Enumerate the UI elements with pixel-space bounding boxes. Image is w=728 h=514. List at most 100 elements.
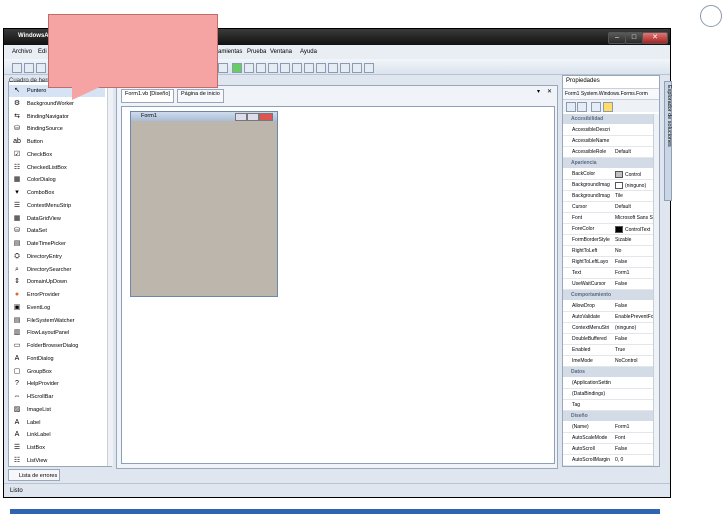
- object-selector[interactable]: Form1 System.Windows.Forms.Form: [563, 88, 659, 100]
- property-row[interactable]: AutoScaleMode Font: [563, 433, 653, 444]
- property-value-cell[interactable]: Sizable: [615, 237, 655, 243]
- property-value-cell[interactable]: ControlText: [615, 226, 655, 233]
- properties-view-icon[interactable]: [591, 102, 601, 112]
- property-row[interactable]: Font Microsoft Sans Se: [563, 213, 655, 224]
- property-row[interactable]: AccessibleDescri: [563, 125, 653, 136]
- property-value-cell[interactable]: (ninguno): [615, 325, 655, 331]
- save-icon[interactable]: [36, 63, 46, 73]
- browser-icon[interactable]: [340, 63, 350, 73]
- property-row[interactable]: (DataBindings): [563, 389, 653, 400]
- menu-archivo[interactable]: Archivo: [12, 49, 32, 55]
- property-category[interactable]: Accesibilidad: [563, 114, 653, 124]
- property-row[interactable]: Cursor Default: [563, 202, 653, 213]
- solution-explorer-tab[interactable]: Explorador de soluciones: [664, 81, 672, 201]
- property-row[interactable]: (ApplicationSettin: [563, 378, 653, 389]
- property-row[interactable]: (Name) Form1: [563, 422, 653, 433]
- step-icon[interactable]: [268, 63, 278, 73]
- property-value-cell[interactable]: Default: [615, 149, 655, 155]
- property-category[interactable]: Datos: [563, 367, 653, 377]
- overflow-icon[interactable]: [364, 63, 374, 73]
- property-row[interactable]: AccessibleName: [563, 136, 653, 147]
- property-value-cell[interactable]: Microsoft Sans Se: [615, 215, 655, 221]
- property-row[interactable]: AutoScroll False: [563, 444, 653, 455]
- property-row[interactable]: UseWaitCursor False: [563, 279, 653, 290]
- explorer-icon[interactable]: [304, 63, 314, 73]
- toolbox-item[interactable]: ● ErrorProvider: [9, 289, 105, 301]
- property-value-cell[interactable]: False: [615, 259, 655, 265]
- property-row[interactable]: DoubleBuffered False: [563, 334, 653, 345]
- menu-editar[interactable]: Edi: [38, 49, 47, 55]
- toolbox-icon[interactable]: [352, 63, 362, 73]
- close-button[interactable]: ✕: [642, 32, 668, 44]
- toolbox-item[interactable]: ▭ FolderBrowserDialog: [9, 340, 105, 352]
- property-value-cell[interactable]: False: [615, 281, 655, 287]
- toolbox-item[interactable]: ? HelpProvider: [9, 378, 105, 390]
- toolbar-icon[interactable]: [218, 63, 228, 73]
- property-row[interactable]: AccessibleRole Default: [563, 147, 653, 158]
- property-row[interactable]: AllowDrop False: [563, 301, 653, 312]
- property-row[interactable]: Enabled True: [563, 345, 653, 356]
- minimize-button[interactable]: –: [608, 32, 626, 44]
- tools-icon[interactable]: [328, 63, 338, 73]
- toolbox-item[interactable]: ab Button: [9, 136, 105, 148]
- alphabetical-icon[interactable]: [577, 102, 587, 112]
- property-value-cell[interactable]: Font: [615, 435, 655, 441]
- toolbox-item[interactable]: ▦ DataGridView: [9, 213, 105, 225]
- property-category[interactable]: Apariencia: [563, 158, 653, 168]
- toolbox-item[interactable]: ⇆ BindingNavigator: [9, 111, 105, 123]
- step-over-icon[interactable]: [280, 63, 290, 73]
- properties-scrollbar[interactable]: [653, 114, 659, 466]
- property-row[interactable]: RightToLeft No: [563, 246, 653, 257]
- property-row[interactable]: FormBorderStyle Sizable: [563, 235, 653, 246]
- menu-ventana[interactable]: Ventana: [270, 49, 292, 55]
- property-value-cell[interactable]: Default: [615, 204, 655, 210]
- stop-icon[interactable]: [256, 63, 266, 73]
- toolbox-item[interactable]: ▣ EventLog: [9, 302, 105, 314]
- property-row[interactable]: BackgroundImag Tile: [563, 191, 653, 202]
- pause-icon[interactable]: [244, 63, 254, 73]
- toolbox-item[interactable]: ▤ FileSystemWatcher: [9, 315, 105, 327]
- events-icon[interactable]: [603, 102, 613, 112]
- designer-pin-icon[interactable]: ▾: [537, 88, 540, 95]
- property-value-cell[interactable]: Control: [615, 171, 655, 178]
- open-icon[interactable]: [24, 63, 34, 73]
- toolbox-item[interactable]: ▾ ComboBox: [9, 187, 105, 199]
- property-row[interactable]: AutoValidate EnablePreventFoc: [563, 312, 655, 323]
- toolbox-item[interactable]: ▥ FlowLayoutPanel: [9, 327, 105, 339]
- property-value-cell[interactable]: Tile: [615, 193, 655, 199]
- play-icon[interactable]: [232, 63, 242, 73]
- property-row[interactable]: RightToLeftLayo False: [563, 257, 653, 268]
- toolbox-item[interactable]: A FontDialog: [9, 353, 105, 365]
- property-value-cell[interactable]: NoControl: [615, 358, 655, 364]
- toolbox-item[interactable]: ⌕ DirectorySearcher: [9, 264, 105, 276]
- properties-icon[interactable]: [316, 63, 326, 73]
- maximize-button[interactable]: □: [625, 32, 643, 44]
- property-value-cell[interactable]: False: [615, 446, 655, 452]
- designer-close-icon[interactable]: ✕: [547, 88, 552, 95]
- property-value-cell[interactable]: No: [615, 248, 655, 254]
- toolbox-item[interactable]: ⇕ DomainUpDown: [9, 276, 105, 288]
- toolbox-item[interactable]: A LinkLabel: [9, 429, 105, 441]
- property-row[interactable]: Text Form1: [563, 268, 653, 279]
- property-value-cell[interactable]: False: [615, 336, 655, 342]
- property-value-cell[interactable]: 0, 0: [615, 457, 655, 463]
- form1-preview[interactable]: Form1: [130, 111, 278, 297]
- tab-start-page[interactable]: Página de inicio: [177, 89, 224, 103]
- new-project-icon[interactable]: [12, 63, 22, 73]
- toolbox-item[interactable]: A Label: [9, 417, 105, 429]
- step-out-icon[interactable]: [292, 63, 302, 73]
- menu-prueba[interactable]: Prueba: [247, 49, 266, 55]
- property-row[interactable]: AutoScrollMargin 0, 0: [563, 455, 653, 466]
- toolbox-item[interactable]: ▦ ColorDialog: [9, 174, 105, 186]
- property-value-cell[interactable]: Form1: [615, 270, 655, 276]
- toolbox-item[interactable]: ▢ GroupBox: [9, 366, 105, 378]
- property-row[interactable]: BackgroundImag (ninguno): [563, 180, 653, 191]
- toolbox-item[interactable]: ⛁ BindingSource: [9, 123, 105, 135]
- property-row[interactable]: ContextMenuStri (ninguno): [563, 323, 653, 334]
- toolbox-item[interactable]: ☑ CheckBox: [9, 149, 105, 161]
- property-row[interactable]: BackColor Control: [563, 169, 653, 180]
- toolbox-item[interactable]: ⛭ DirectoryEntry: [9, 251, 105, 263]
- property-row[interactable]: ForeColor ControlText: [563, 224, 653, 235]
- tab-form1-design[interactable]: Form1.vb [Diseño]: [121, 89, 174, 103]
- error-list-tab[interactable]: Lista de errores: [8, 469, 60, 481]
